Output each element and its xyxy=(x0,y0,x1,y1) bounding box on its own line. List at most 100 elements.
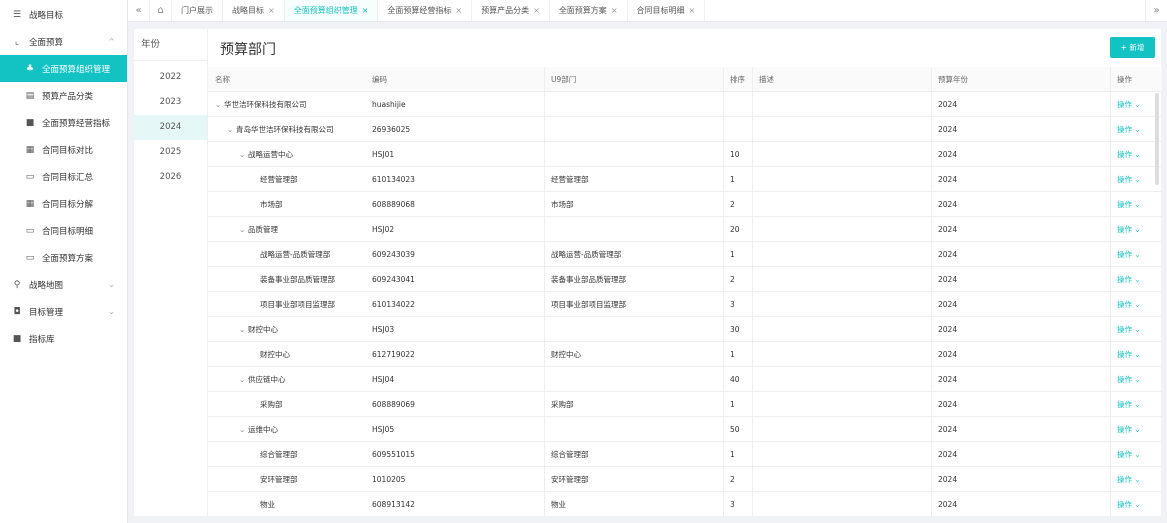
row-action-dropdown[interactable]: 操作 ⌄ xyxy=(1110,467,1162,492)
close-icon[interactable]: × xyxy=(533,6,540,15)
row-name: 战略运营中心 xyxy=(248,150,293,159)
add-button[interactable]: + 新增 xyxy=(1110,37,1155,58)
expand-toggle-icon[interactable]: ⌄ xyxy=(239,417,248,442)
sidebar-item[interactable]: ■ 指标库 xyxy=(0,325,127,352)
cell-name: 安环管理部 xyxy=(208,467,365,492)
sidebar-item[interactable]: ☰ 战略目标 xyxy=(0,1,127,28)
cell-u9: 安环管理部 xyxy=(551,475,589,484)
sidebar-item-label: 合同目标汇总 xyxy=(42,172,94,183)
row-action-dropdown[interactable]: 操作 ⌄ xyxy=(1110,192,1162,217)
table-row: 物业 608913142 物业 3 2024 操作 ⌄ xyxy=(208,492,1162,516)
expand-toggle-icon[interactable]: ⌄ xyxy=(227,117,236,142)
cell-year: 2024 xyxy=(938,475,958,484)
cell-desc xyxy=(752,367,931,392)
sidebar-item[interactable]: ♣ 全面预算组织管理 xyxy=(0,55,127,82)
cell-code: 608889068 xyxy=(372,200,415,209)
expand-toggle-icon[interactable]: ⌄ xyxy=(239,142,248,167)
year-item[interactable]: 2022 xyxy=(134,65,207,90)
row-action-dropdown[interactable]: 操作 ⌄ xyxy=(1110,242,1162,267)
sidebar-item[interactable]: ▦ 合同目标分解 xyxy=(0,190,127,217)
cell-year: 2024 xyxy=(938,400,958,409)
expand-tabs-icon[interactable]: » xyxy=(1145,0,1167,21)
cell-code: 609243039 xyxy=(372,250,415,259)
collapse-sidebar-icon[interactable]: « xyxy=(128,0,150,21)
tab-label: 合同目标明细 xyxy=(636,6,685,15)
cell-code: 609551015 xyxy=(372,450,415,459)
cell-name: ⌄ 青岛华世洁环保科技有限公司 xyxy=(208,117,365,142)
cell-name: 战略运营-品质管理部 xyxy=(208,242,365,267)
year-item[interactable]: 2025 xyxy=(134,140,207,165)
sidebar-item[interactable]: ▤ 预算产品分类 xyxy=(0,82,127,109)
sidebar-item[interactable]: ⚲ 战略地图 ⌄ xyxy=(0,271,127,298)
close-icon[interactable]: × xyxy=(362,6,369,15)
tab-item[interactable]: 预算产品分类 × xyxy=(472,0,550,21)
row-action-dropdown[interactable]: 操作 ⌄ xyxy=(1110,392,1162,417)
year-item[interactable]: 2024 xyxy=(134,115,207,140)
row-action-dropdown[interactable]: 操作 ⌄ xyxy=(1110,492,1162,516)
cell-u9: 财控中心 xyxy=(551,350,581,359)
tab-item[interactable]: 全面预算组织管理 × xyxy=(284,0,379,21)
row-action-dropdown[interactable]: 操作 ⌄ xyxy=(1110,367,1162,392)
table-row: 项目事业部项目监理部 610134022 项目事业部项目监理部 3 2024 操作 ⌄ xyxy=(208,292,1162,317)
column-header-year[interactable]: 预算年份 xyxy=(931,67,1110,92)
cell-desc xyxy=(752,317,931,342)
tab-label: 门户展示 xyxy=(181,6,213,15)
cell-sort xyxy=(723,92,752,117)
row-action-dropdown[interactable]: 操作 ⌄ xyxy=(1110,217,1162,242)
sidebar-item[interactable]: ▭ 全面预算方案 xyxy=(0,244,127,271)
sidebar-item[interactable]: ▦ 合同目标对比 xyxy=(0,136,127,163)
cell-code: 1010205 xyxy=(372,475,406,484)
sidebar-item[interactable]: ▭ 合同目标汇总 xyxy=(0,163,127,190)
row-action-dropdown[interactable]: 操作 ⌄ xyxy=(1110,442,1162,467)
cell-desc xyxy=(752,442,931,467)
year-item[interactable]: 2026 xyxy=(134,165,207,190)
table-scrollbar[interactable] xyxy=(1155,93,1159,185)
cell-name: ⌄ 运维中心 xyxy=(208,417,365,442)
expand-toggle-icon[interactable]: ⌄ xyxy=(239,217,248,242)
sidebar-item[interactable]: ⌞ 全面预算 ^ xyxy=(0,28,127,55)
expand-toggle-icon[interactable]: ⌄ xyxy=(215,92,224,117)
tab-item[interactable]: 合同目标明细 × xyxy=(628,0,706,21)
column-header-u9[interactable]: U9部门 xyxy=(544,67,723,92)
cell-code: huashijie xyxy=(372,100,406,109)
sidebar-item[interactable]: ▭ 合同目标明细 xyxy=(0,217,127,244)
row-action-dropdown[interactable]: 操作 ⌄ xyxy=(1110,342,1162,367)
sidebar-item[interactable]: ◘ 目标管理 ⌄ xyxy=(0,298,127,325)
column-header-name[interactable]: 名称 xyxy=(208,67,365,92)
row-action-dropdown[interactable]: 操作 ⌄ xyxy=(1110,417,1162,442)
column-header-sort[interactable]: 排序 xyxy=(723,67,752,92)
cell-year: 2024 xyxy=(938,300,958,309)
tab-item[interactable]: 全面预算经营指标 × xyxy=(378,0,473,21)
doc-icon: ▭ xyxy=(25,171,35,182)
row-action-dropdown[interactable]: 操作 ⌄ xyxy=(1110,267,1162,292)
table-row: 装备事业部品质管理部 609243041 装备事业部品质管理部 2 2024 操作 ⌄ xyxy=(208,267,1162,292)
table-row: 经营管理部 610134023 经营管理部 1 2024 操作 ⌄ xyxy=(208,167,1162,192)
column-header-code[interactable]: 编码 xyxy=(365,67,544,92)
tab-item[interactable]: 门户展示 xyxy=(172,0,223,21)
close-icon[interactable]: × xyxy=(611,6,618,15)
row-action-dropdown[interactable]: 操作 ⌄ xyxy=(1110,317,1162,342)
tab-item[interactable]: 战略目标 × xyxy=(223,0,285,21)
close-icon[interactable]: × xyxy=(268,6,275,15)
chevron-icon: ^ xyxy=(108,37,115,46)
cell-u9: 市场部 xyxy=(551,200,574,209)
tab-item[interactable]: 全面预算方案 × xyxy=(550,0,628,21)
row-action-dropdown[interactable]: 操作 ⌄ xyxy=(1110,292,1162,317)
close-icon[interactable]: × xyxy=(455,6,462,15)
cell-desc xyxy=(752,117,931,142)
expand-toggle-icon[interactable]: ⌄ xyxy=(239,367,248,392)
column-header-desc[interactable]: 描述 xyxy=(752,67,931,92)
expand-toggle-icon[interactable]: ⌄ xyxy=(239,317,248,342)
cell-sort: 1 xyxy=(730,400,735,409)
year-item[interactable]: 2023 xyxy=(134,90,207,115)
page-title: 预算部门 xyxy=(220,42,276,58)
cell-year: 2024 xyxy=(938,200,958,209)
close-icon[interactable]: × xyxy=(689,6,696,15)
cell-desc xyxy=(752,217,931,242)
sidebar-item[interactable]: ■ 全面预算经营指标 xyxy=(0,109,127,136)
cell-year: 2024 xyxy=(938,125,958,134)
location-icon: ⚲ xyxy=(13,279,21,290)
cell-year: 2024 xyxy=(938,100,958,109)
sidebar-item-label: 全面预算方案 xyxy=(42,253,94,264)
home-icon[interactable]: ⌂ xyxy=(150,0,172,21)
